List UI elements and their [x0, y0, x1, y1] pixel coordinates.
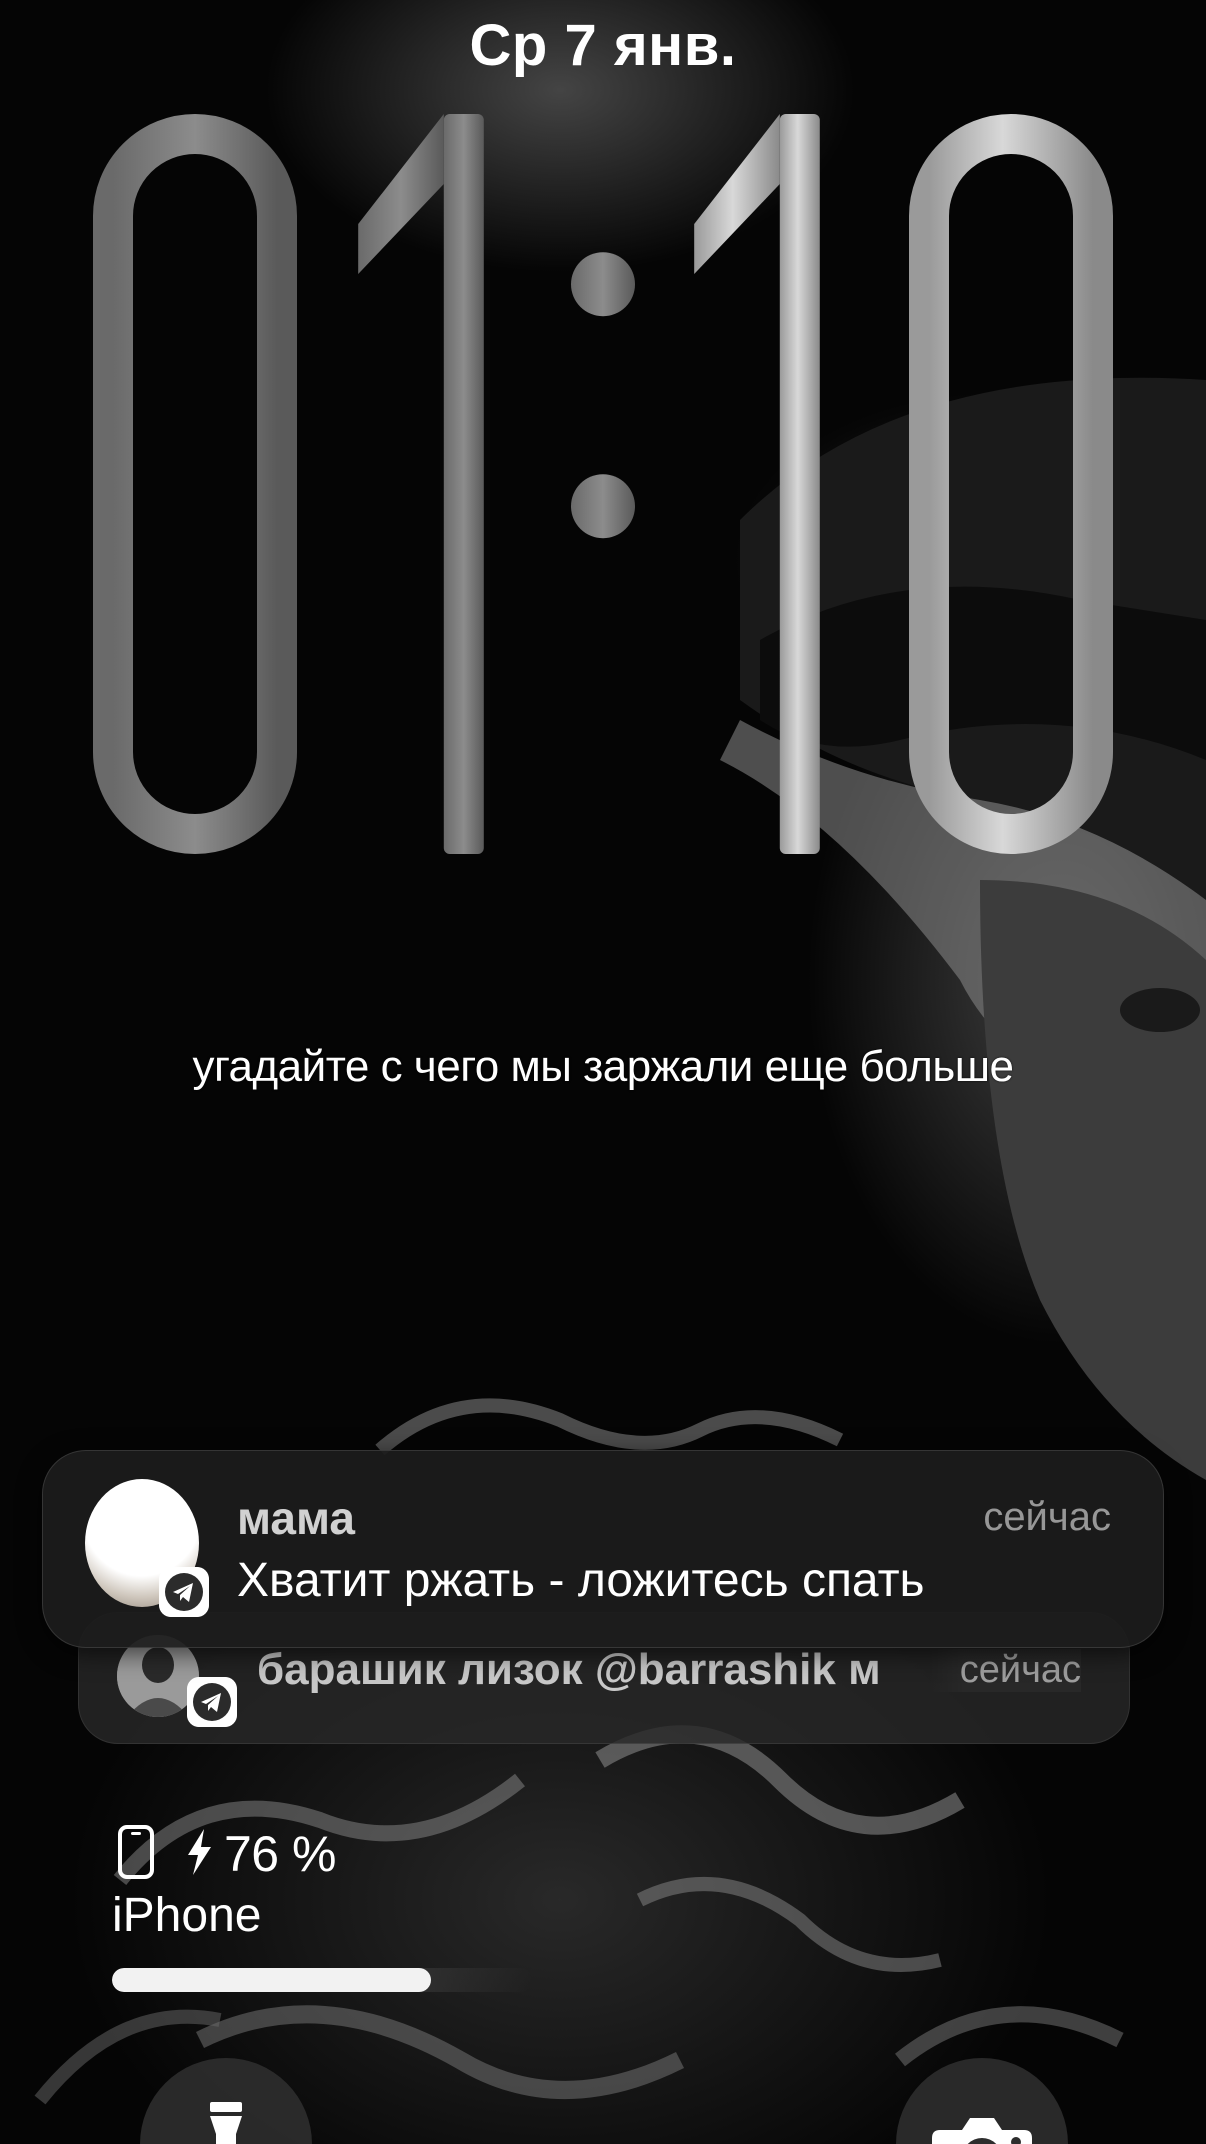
battery-widget: 76 %	[116, 1824, 336, 1884]
iphone-icon	[116, 1824, 156, 1885]
battery-device-name: iPhone	[112, 1889, 262, 1942]
notification-time: сейчас	[983, 1495, 1111, 1539]
notification-card[interactable]: мама сейчас Хватит ржать - ложитесь спат…	[42, 1450, 1164, 1648]
battery-percent: 76 %	[224, 1826, 336, 1882]
telegram-icon	[187, 1677, 237, 1727]
lock-screen-widget-text: угадайте с чего мы заржали еще больше	[192, 1042, 1014, 1091]
lock-screen-clock	[93, 114, 1113, 854]
notification-title: барашик лизок @barrashik м	[257, 1645, 881, 1694]
notification-time: сейчас	[929, 1649, 1081, 1692]
camera-icon	[932, 2118, 1032, 2144]
lock-screen-date: Ср 7 янв.	[469, 13, 737, 78]
battery-level-bar	[112, 1968, 532, 1992]
battery-level-fill	[112, 1968, 432, 1992]
clock-digit-1	[694, 114, 820, 854]
bolt-icon	[184, 1827, 214, 1882]
notification-title: мама	[237, 1492, 356, 1544]
clock-digit-1	[358, 114, 484, 854]
telegram-icon	[159, 1567, 209, 1617]
clock-digit-0	[909, 114, 1113, 854]
flashlight-icon	[210, 2102, 242, 2144]
camera-button[interactable]	[896, 2058, 1068, 2144]
notification-body: Хватит ржать - ложитесь спать	[237, 1554, 925, 1607]
clock-colon	[571, 252, 635, 539]
clock-digit-0	[93, 114, 297, 854]
flashlight-button[interactable]	[140, 2058, 312, 2144]
